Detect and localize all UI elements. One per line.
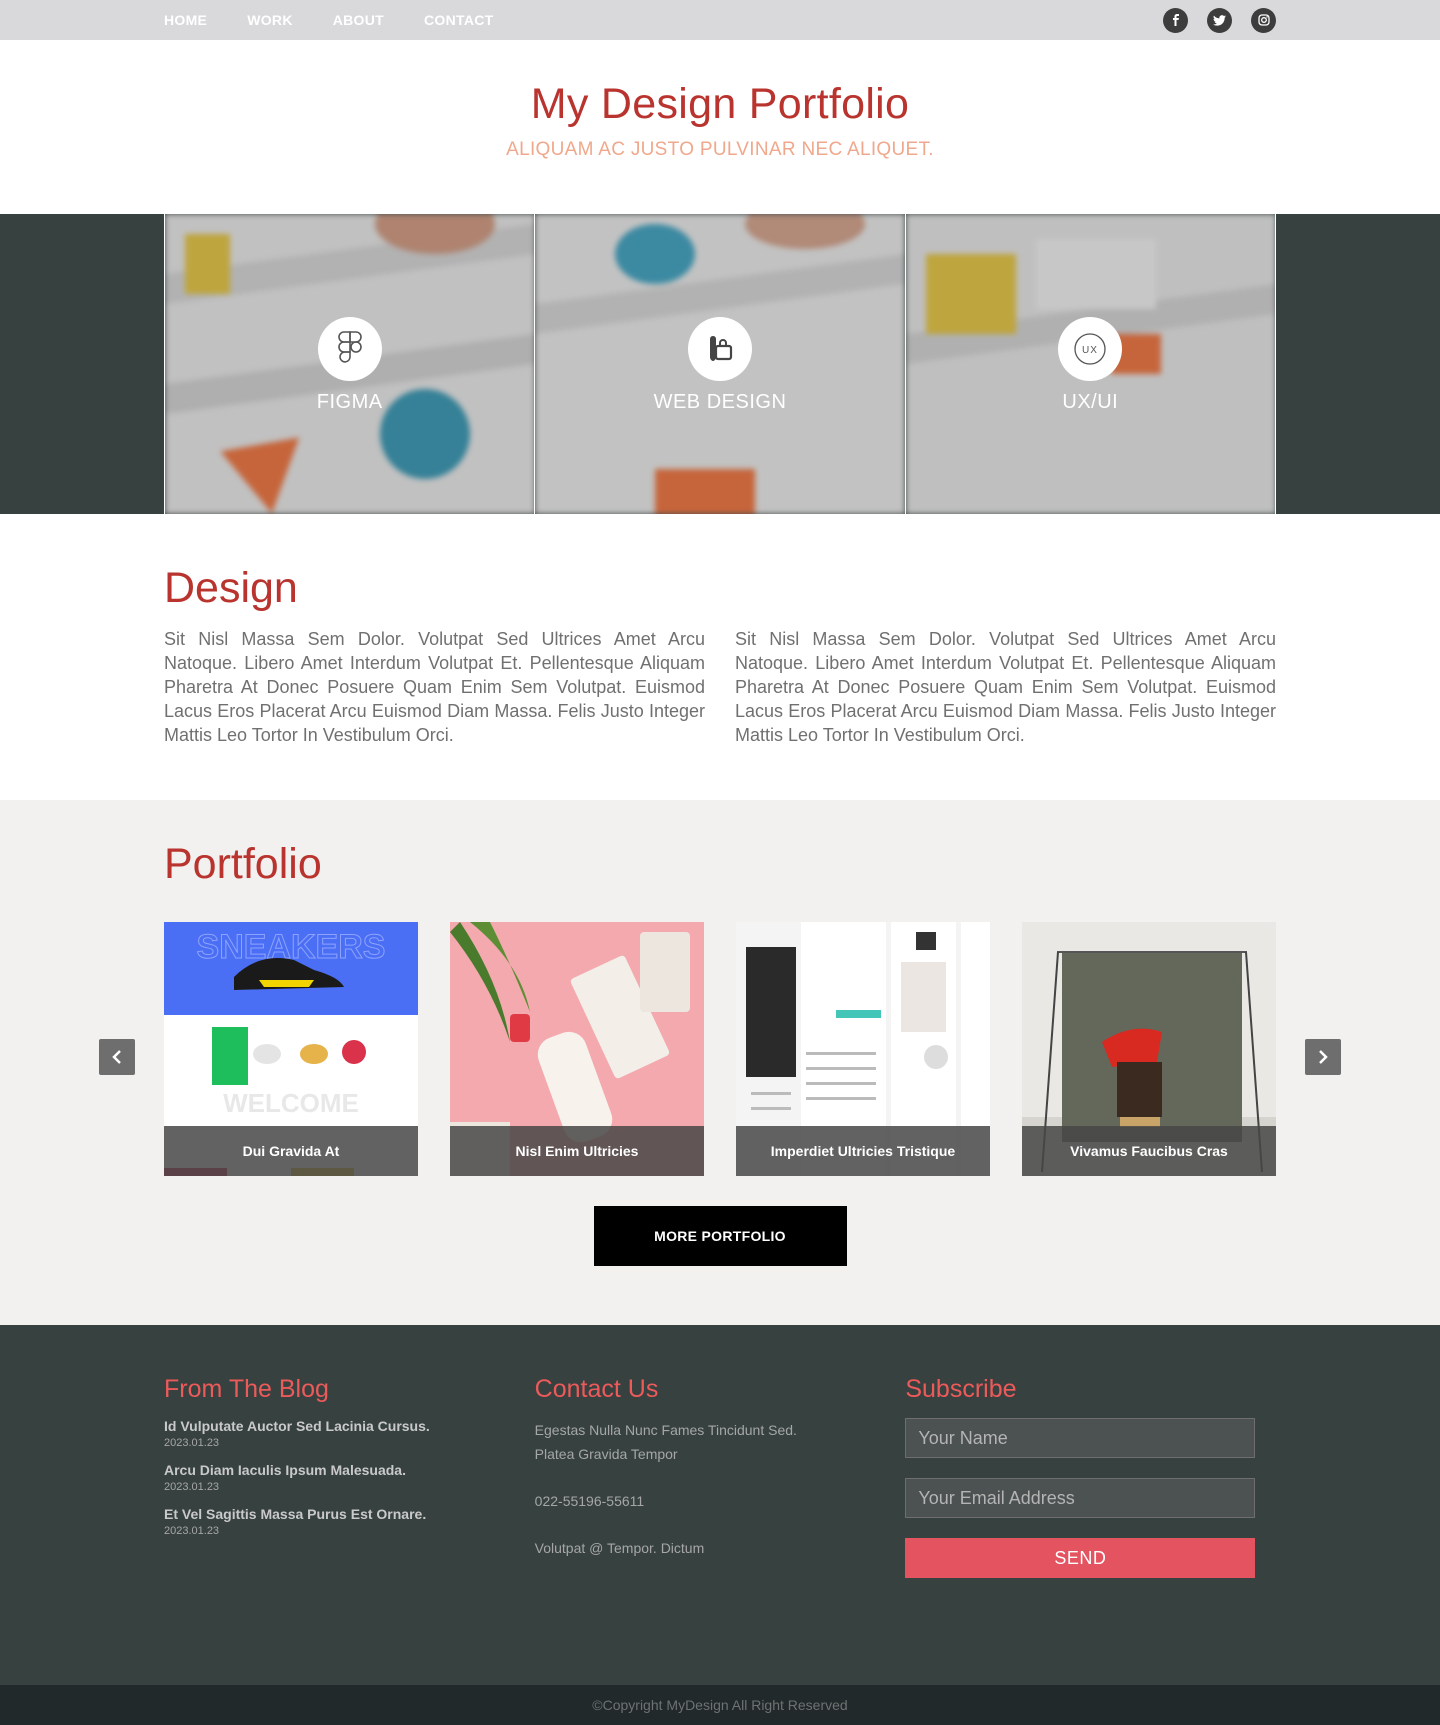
ux-icon: UX [1058, 317, 1123, 381]
contact-address-line1: Egestas Nulla Nunc Fames Tincidunt Sed. [534, 1422, 797, 1438]
contact-address-line2: Platea Gravida Tempor [534, 1446, 678, 1462]
figma-icon [317, 317, 382, 381]
nav-about-link[interactable]: ABOUT [333, 12, 384, 28]
portfolio-card[interactable]: Imperdiet Ultricies Tristique [736, 922, 990, 1176]
blog-post[interactable]: Et Vel Sagittis Massa Purus Est Ornare. … [164, 1506, 535, 1537]
blog-post-date: 2023.01.23 [164, 1437, 220, 1449]
top-navigation: HOME WORK ABOUT CONTACT [0, 0, 1440, 40]
portfolio-caption: Imperdiet Ultricies Tristique [736, 1126, 990, 1176]
send-button[interactable]: SEND [905, 1538, 1256, 1578]
blog-post-date: 2023.01.23 [164, 1481, 220, 1493]
svg-text:UX: UX [1082, 345, 1098, 356]
contact-title: Contact Us [534, 1375, 659, 1403]
twitter-icon[interactable] [1207, 7, 1232, 33]
portfolio-caption: Nisl Enim Ultricies [450, 1126, 704, 1176]
section-title: Design [164, 564, 298, 612]
portfolio-card[interactable]: Vivamus Faucibus Cras [1022, 922, 1276, 1176]
blog-post-date: 2023.01.23 [164, 1525, 220, 1537]
carousel-next-button[interactable] [1305, 1039, 1341, 1075]
figma-panel[interactable]: FIGMA [164, 214, 535, 514]
blog-post-title[interactable]: Arcu Diam Iaculis Ipsum Malesuada. [164, 1462, 535, 1478]
nav-home-link[interactable]: HOME [164, 12, 207, 28]
instagram-icon[interactable] [1251, 7, 1276, 33]
facebook-icon[interactable] [1163, 7, 1188, 33]
web-design-icon [687, 317, 752, 381]
blog-title: From The Blog [164, 1375, 329, 1403]
blog-column: From The Blog Id Vulputate Auctor Sed La… [164, 1375, 535, 1685]
panel-label: UX/UI [1062, 391, 1119, 413]
portfolio-carousel: SNEAKERS WELCOME Dui Gravida At Nisl Eni… [164, 922, 1276, 1176]
ux-ui-panel[interactable]: UX UX/UI [904, 214, 1276, 514]
contact-column: Contact Us Egestas Nulla Nunc Fames Tinc… [535, 1375, 906, 1685]
blog-post[interactable]: Id Vulputate Auctor Sed Lacinia Cursus. … [164, 1418, 535, 1449]
chevron-right-icon [1319, 1050, 1328, 1064]
subscribe-column: Subscribe SEND [905, 1375, 1276, 1685]
svg-text:WELCOME: WELCOME [223, 1088, 359, 1118]
design-paragraph-right: Sit Nisl Massa Sem Dolor. Volutpat Sed U… [735, 629, 1276, 745]
name-input[interactable] [905, 1418, 1256, 1458]
nav-work-link[interactable]: WORK [247, 12, 293, 28]
portfolio-card[interactable]: Nisl Enim Ultricies [450, 922, 704, 1176]
page-subtitle: ALIQUAM AC JUSTO PULVINAR NEC ALIQUET. [506, 139, 934, 160]
section-title: Portfolio [164, 840, 322, 888]
blog-post[interactable]: Arcu Diam Iaculis Ipsum Malesuada. 2023.… [164, 1462, 535, 1493]
site-header: My Design Portfolio ALIQUAM AC JUSTO PUL… [0, 40, 1440, 214]
chevron-left-icon [112, 1050, 121, 1064]
portfolio-caption: Vivamus Faucibus Cras [1022, 1126, 1276, 1176]
subscribe-title: Subscribe [905, 1375, 1017, 1403]
services-hero: FIGMA WEB DESIGN UX UX/UI [0, 214, 1440, 514]
blog-post-title[interactable]: Et Vel Sagittis Massa Purus Est Ornare. [164, 1506, 535, 1522]
page-title: My Design Portfolio [530, 80, 910, 128]
more-portfolio-button[interactable]: MORE PORTFOLIO [593, 1206, 847, 1266]
web-design-panel[interactable]: WEB DESIGN [534, 214, 905, 514]
portfolio-card[interactable]: SNEAKERS WELCOME Dui Gravida At [164, 922, 418, 1176]
panel-label: FIGMA [316, 391, 383, 413]
contact-email: Volutpat @ Tempor. Dictum [534, 1540, 705, 1556]
design-section: Design Sit Nisl Massa Sem Dolor. Volutpa… [0, 514, 1440, 800]
panel-label: WEB DESIGN [653, 391, 787, 413]
nav-contact-link[interactable]: CONTACT [424, 12, 494, 28]
portfolio-caption: Dui Gravida At [164, 1126, 418, 1176]
social-links [1163, 7, 1276, 33]
copyright-text: ©Copyright MyDesign All Right Reserved [0, 1685, 1440, 1725]
blog-post-title[interactable]: Id Vulputate Auctor Sed Lacinia Cursus. [164, 1418, 535, 1434]
email-input[interactable] [905, 1478, 1256, 1518]
main-menu: HOME WORK ABOUT CONTACT [164, 12, 534, 28]
design-paragraph-left: Sit Nisl Massa Sem Dolor. Volutpat Sed U… [164, 629, 705, 745]
portfolio-section: Portfolio SNEAKERS WELCOME Dui Gravida A… [0, 800, 1440, 1325]
contact-phone: 022-55196-55611 [534, 1493, 645, 1509]
carousel-prev-button[interactable] [99, 1039, 135, 1075]
site-footer: From The Blog Id Vulputate Auctor Sed La… [0, 1325, 1440, 1685]
